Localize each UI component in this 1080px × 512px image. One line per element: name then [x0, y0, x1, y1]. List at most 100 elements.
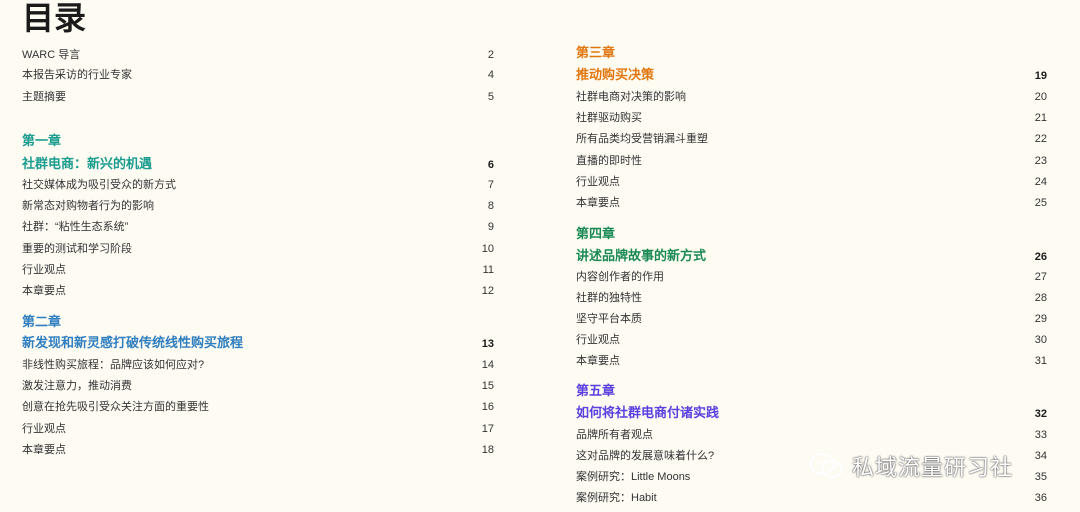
toc-entry-title: 行业观点 [576, 334, 620, 346]
toc-entry[interactable]: 社交媒体成为吸引受众的新方式 7 [22, 175, 494, 195]
toc-entry-page: 4 [487, 69, 494, 81]
toc-entry-page: 7 [487, 179, 494, 191]
toc-entry[interactable]: 本章要点 12 [22, 281, 494, 301]
toc-entry[interactable]: 社群的独特性 28 [576, 288, 1047, 308]
toc-entry[interactable]: 主题摘要 5 [22, 87, 494, 107]
toc-entry-page: 21 [1034, 112, 1047, 125]
toc-entry-title: 行业观点 [22, 422, 66, 435]
toc-entry-page: 19 [1034, 70, 1047, 82]
toc-entry[interactable]: 所有品类均受营销漏斗重塑 22 [576, 129, 1047, 149]
toc-entry[interactable]: 坚守平台本质 29 [576, 309, 1047, 329]
toc-entry-page: 18 [481, 443, 494, 456]
chapter-label: 第二章 [22, 315, 62, 330]
chapter-label: 第五章 [576, 384, 616, 399]
toc-entry-title: 本章要点 [22, 285, 66, 297]
toc-entry-title: 新常态对购物者行为的影响 [22, 200, 154, 213]
toc-entry-title: 社群驱动购买 [576, 112, 642, 125]
toc-entry[interactable]: 行业观点 24 [576, 172, 1047, 192]
watermark-text: 私域流量研习社 [852, 456, 1014, 481]
toc-entry-page: 27 [1034, 271, 1047, 283]
toc-entry-page: 6 [487, 159, 494, 171]
toc-entry-page: 20 [1034, 91, 1047, 103]
toc-entry-page: 17 [481, 422, 494, 435]
toc-entry-title: 社群：“粘性生态系统” [22, 221, 129, 234]
toc-entry[interactable]: 本章要点 18 [22, 440, 494, 460]
toc-entry-title: 本章要点 [576, 355, 620, 367]
toc-entry-title: 本章要点 [576, 197, 620, 209]
toc-entry-page: 2 [487, 49, 494, 61]
chapter-heading[interactable]: 新发现和新灵感打破传统线性购买旅程 13 [22, 334, 494, 354]
toc-entry[interactable]: 直播的即时性 23 [576, 151, 1047, 171]
toc-entry-title: 案例研究：Habit [576, 492, 657, 504]
toc-entry[interactable]: 内容创作者的作用 27 [576, 267, 1047, 287]
toc-entry[interactable]: 本章要点 31 [576, 351, 1047, 371]
toc-entry[interactable]: 创意在抢先吸引受众关注方面的重要性 16 [22, 397, 494, 417]
toc-entry-page: 8 [487, 200, 494, 213]
toc-entry[interactable]: 行业观点 11 [22, 260, 494, 280]
toc-entry-title: 行业观点 [576, 175, 620, 188]
toc-entry[interactable]: 本报告采访的行业专家 4 [22, 65, 494, 85]
toc-entry-title: 品牌所有者观点 [576, 429, 653, 441]
toc-entry[interactable]: 社群驱动购买 21 [576, 108, 1047, 128]
chapter-heading-title: 社群电商：新兴的机遇 [22, 157, 153, 172]
toc-entry[interactable]: 非线性购买旅程：品牌应该如何应对? 14 [22, 355, 494, 375]
toc-entry-title: 本报告采访的行业专家 [22, 69, 132, 81]
toc-entry-page: 5 [487, 91, 494, 103]
toc-entry-page: 14 [481, 359, 494, 371]
toc-entry-title: 激发注意力，推动消费 [22, 380, 132, 393]
toc-entry-title: 行业观点 [22, 263, 66, 276]
toc-entry-title: 非线性购买旅程：品牌应该如何应对? [22, 359, 205, 371]
toc-entry-title: 直播的即时性 [576, 154, 642, 167]
toc-entry-page: 36 [1034, 492, 1047, 504]
toc-entry-page: 9 [487, 221, 494, 234]
toc-entry[interactable]: 社群电商对决策的影响 20 [576, 87, 1047, 107]
toc-left-column: WARC 导言 2 本报告采访的行业专家 4 主题摘要 5 第一章社群电商：新兴的机遇 6 社交… [22, 0, 494, 512]
toc-entry-title: 社群的独特性 [576, 292, 642, 304]
toc-entry-title: 坚守平台本质 [576, 313, 642, 325]
chapter-label: 第一章 [22, 134, 62, 149]
toc-entry-title: 重要的测试和学习阶段 [22, 242, 132, 255]
toc-entry-page: 32 [1034, 408, 1047, 420]
toc-entry[interactable]: 新常态对购物者行为的影响 8 [22, 196, 494, 216]
toc-entry-page: 10 [481, 242, 494, 255]
toc-entry-page: 26 [1034, 251, 1047, 263]
chapter-heading-title: 推动购买决策 [576, 68, 655, 83]
toc-entry-title: 案例研究：Little Moons [576, 471, 691, 483]
toc-entry-title: 创意在抢先吸引受众关注方面的重要性 [22, 401, 209, 414]
toc-entry[interactable]: 社群：“粘性生态系统” 9 [22, 217, 494, 237]
chapter-heading[interactable]: 社群电商：新兴的机遇 6 [22, 155, 494, 175]
toc-entry[interactable]: 案例研究：Habit 36 [576, 488, 1047, 508]
toc-entry-page: 31 [1034, 355, 1047, 367]
chapter-heading-title: 讲述品牌故事的新方式 [576, 249, 707, 264]
toc-entry-page: 12 [481, 285, 494, 297]
toc-entry-page: 28 [1034, 292, 1047, 304]
toc-entry-title: 这对品牌的发展意味着什么? [576, 450, 715, 462]
toc-entry-title: WARC 导言 [22, 49, 81, 61]
toc-entry[interactable]: 品牌所有者观点 33 [576, 425, 1047, 445]
chapter-heading-title: 新发现和新灵感打破传统线性购买旅程 [22, 336, 244, 351]
toc-entry-title: 社交媒体成为吸引受众的新方式 [22, 179, 176, 191]
toc-entry[interactable]: 行业观点 17 [22, 419, 494, 439]
chapter-heading[interactable]: 如何将社群电商付诸实践 32 [576, 404, 1047, 424]
toc-entry[interactable]: 行业观点 30 [576, 330, 1047, 350]
toc-entry[interactable]: WARC 导言 2 [22, 45, 494, 65]
toc-entry[interactable]: 本章要点 25 [576, 193, 1047, 213]
toc-entry-title: 所有品类均受营销漏斗重塑 [576, 133, 708, 146]
toc-entry-page: 13 [481, 338, 494, 350]
wechat-icon [809, 453, 843, 478]
toc-entry-page: 16 [481, 401, 494, 414]
watermark: 私域流量研习社 [808, 446, 1068, 486]
toc-entry-page: 15 [481, 380, 494, 393]
toc-entry-page: 24 [1034, 175, 1047, 188]
toc-entry-title: 内容创作者的作用 [576, 271, 664, 283]
toc-entry-page: 30 [1034, 334, 1047, 346]
toc-entry-title: 本章要点 [22, 443, 66, 456]
toc-entry-title: 社群电商对决策的影响 [576, 91, 686, 103]
toc-entry-title: 主题摘要 [22, 91, 66, 103]
chapter-heading[interactable]: 推动购买决策 19 [576, 66, 1047, 86]
toc-entry[interactable]: 重要的测试和学习阶段 10 [22, 239, 494, 259]
chapter-heading[interactable]: 讲述品牌故事的新方式 26 [576, 247, 1047, 267]
toc-entry[interactable]: 激发注意力，推动消费 15 [22, 376, 494, 396]
toc-entry-page: 29 [1034, 313, 1047, 325]
toc-entry-page: 33 [1034, 429, 1047, 441]
